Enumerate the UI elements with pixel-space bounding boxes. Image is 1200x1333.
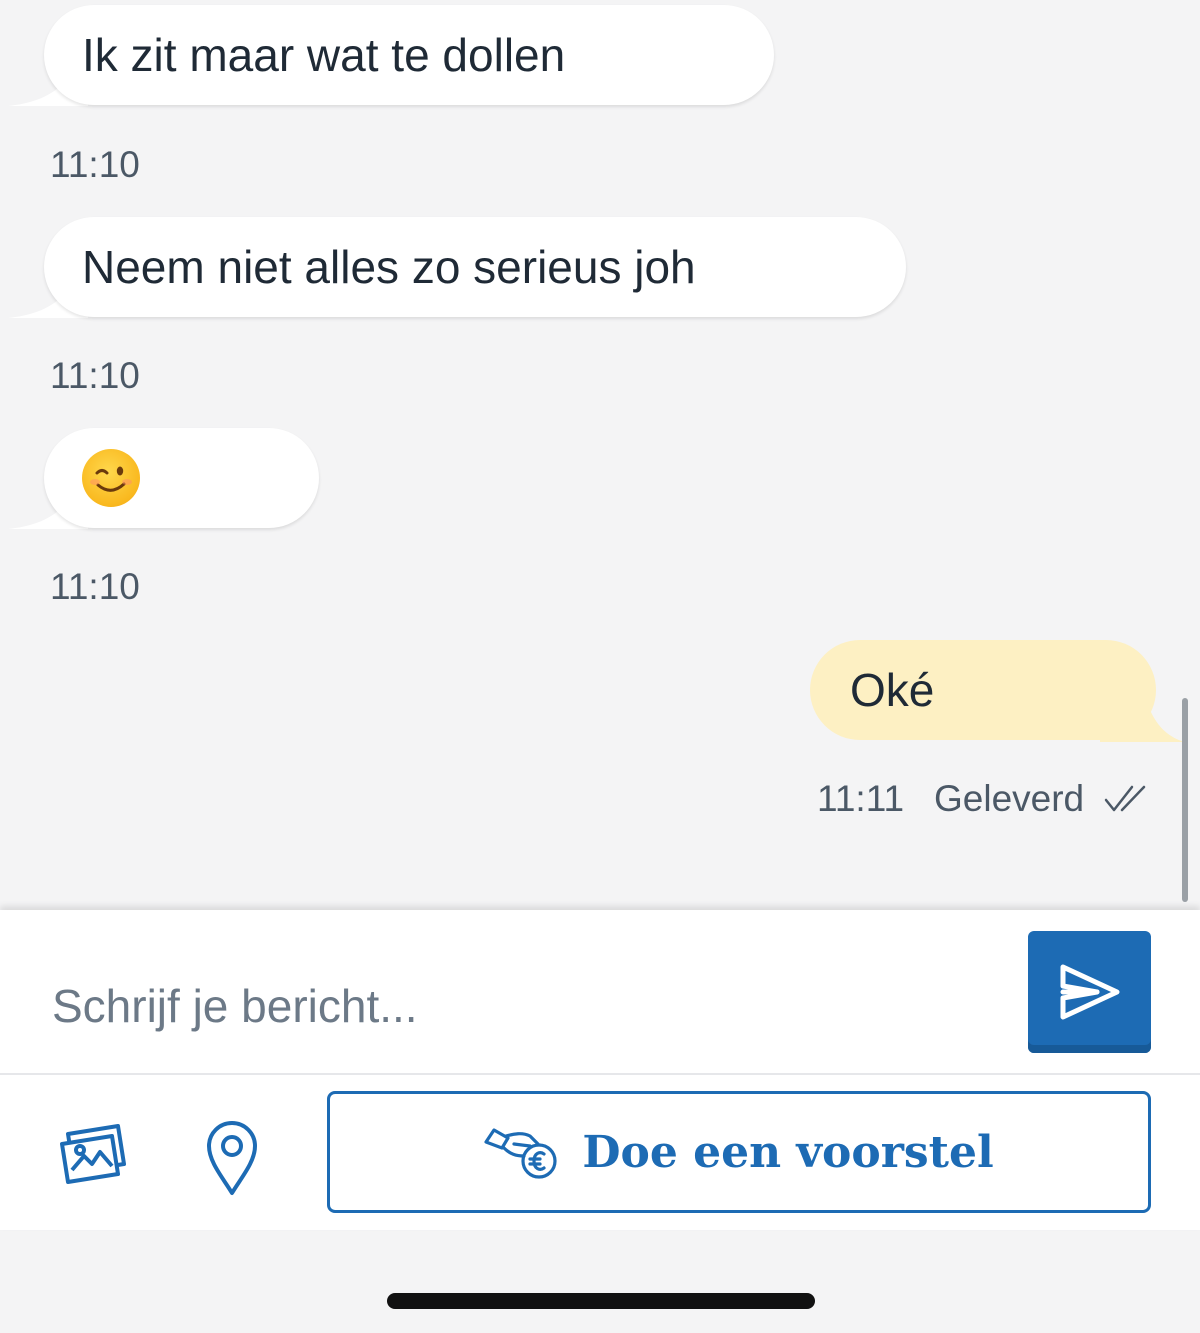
message-composer: Doe een voorstel (0, 910, 1200, 1230)
location-button[interactable] (205, 1120, 259, 1196)
incoming-message-bubble[interactable] (44, 428, 319, 528)
chat-thread[interactable]: Ik zit maar wat te dollen 11:10 Neem nie… (0, 0, 1200, 910)
incoming-message-bubble[interactable]: Neem niet alles zo serieus joh (44, 217, 906, 317)
make-offer-button[interactable]: Doe een voorstel (327, 1091, 1151, 1213)
message-text: Ik zit maar wat te dollen (82, 29, 566, 81)
message-timestamp: 11:10 (50, 144, 140, 185)
double-check-icon (1104, 785, 1146, 812)
home-indicator (387, 1293, 815, 1309)
send-button[interactable] (1028, 931, 1151, 1053)
outgoing-message-bubble[interactable]: Oké (810, 640, 1156, 740)
photo-button[interactable] (58, 1120, 130, 1184)
message-input[interactable] (50, 940, 1004, 1072)
message-text: Neem niet alles zo serieus joh (82, 241, 696, 293)
delivery-status: Geleverd (934, 778, 1085, 819)
image-gallery-icon (60, 1124, 126, 1184)
location-pin-icon (207, 1121, 257, 1195)
winking-face-emoji (82, 449, 140, 507)
send-icon (1060, 964, 1119, 1020)
divider (0, 1073, 1200, 1075)
message-timestamp: 11:10 (50, 355, 140, 396)
make-offer-label: Doe een voorstel (582, 1126, 994, 1178)
handshake-euro-icon (484, 1128, 557, 1179)
message-timestamp: 11:10 (50, 566, 140, 607)
message-text: Oké (850, 664, 935, 716)
message-timestamp: 11:11 (817, 778, 905, 819)
scrollbar[interactable] (1182, 698, 1188, 902)
incoming-message-bubble[interactable]: Ik zit maar wat te dollen (44, 5, 774, 105)
